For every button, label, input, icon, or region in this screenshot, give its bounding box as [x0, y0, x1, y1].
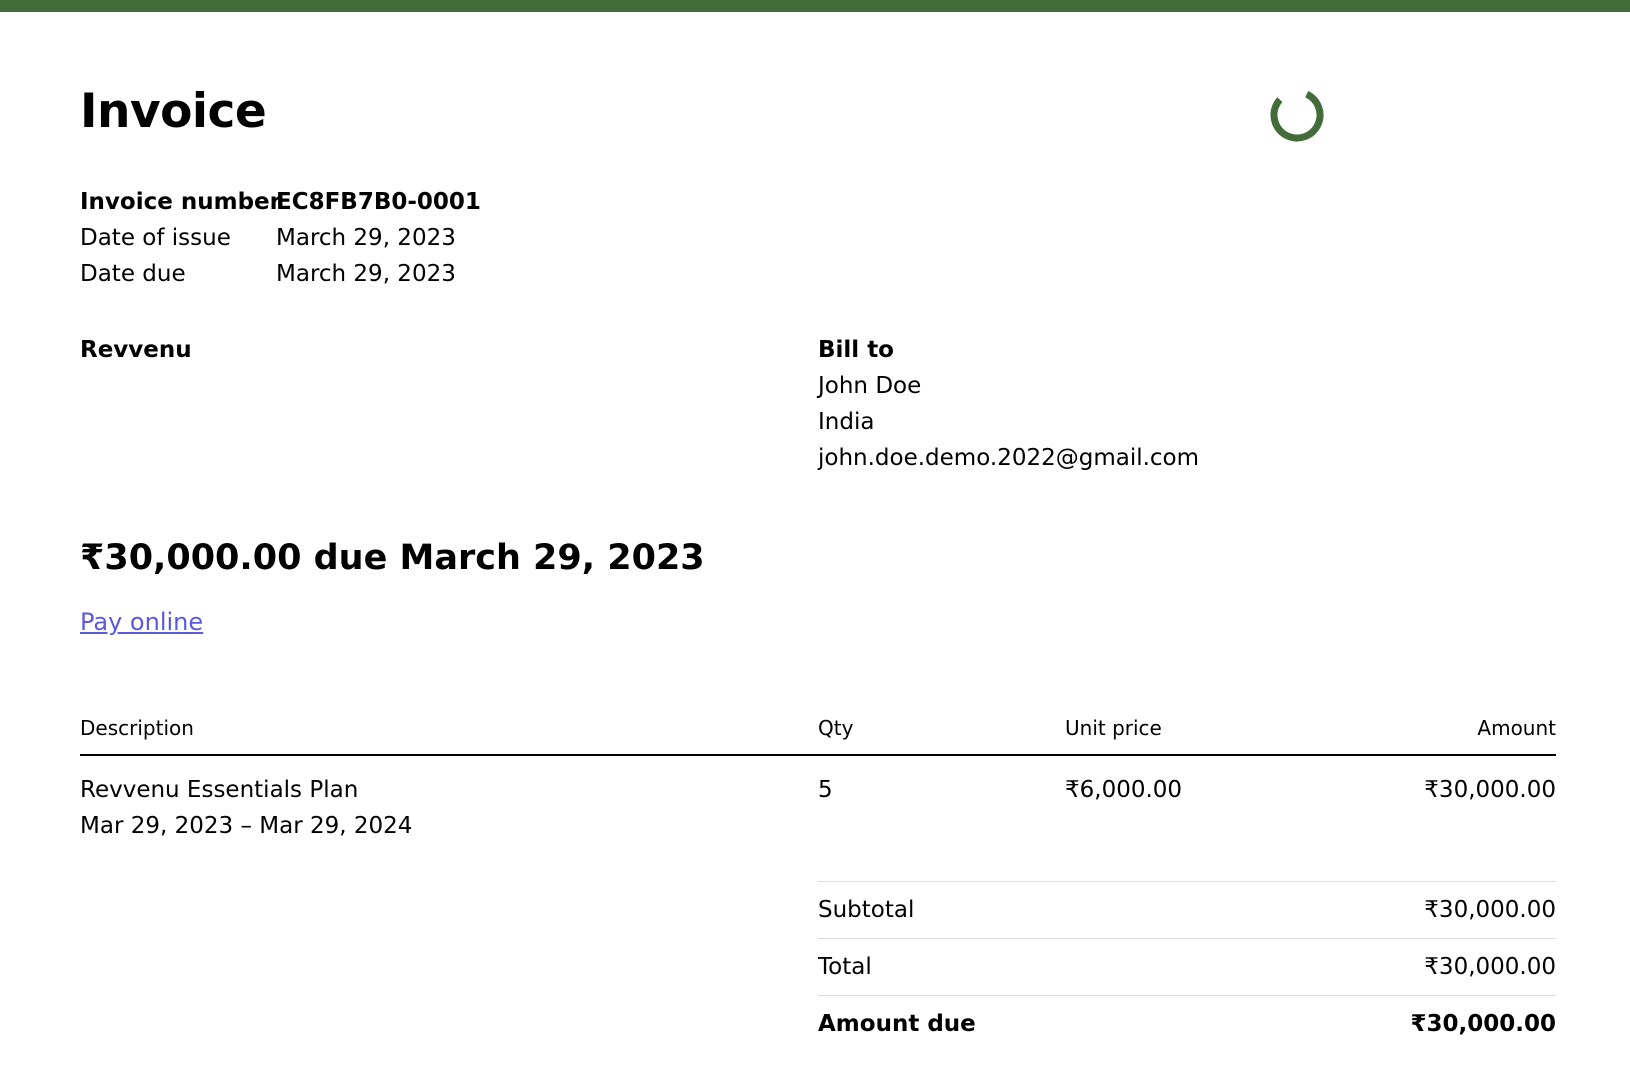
- amount-due-label: Amount due: [818, 1011, 976, 1037]
- total-row: Total ₹30,000.00: [818, 938, 1556, 995]
- invoice-number-label: Invoice number: [80, 189, 281, 215]
- customer-name: John Doe: [818, 373, 922, 399]
- subtotal-value: ₹30,000.00: [1424, 897, 1556, 923]
- amount-due-value: ₹30,000.00: [1410, 1011, 1556, 1037]
- totals-block: Subtotal ₹30,000.00 Total ₹30,000.00 Amo…: [818, 881, 1556, 1052]
- loading-spinner-icon: [1270, 88, 1324, 142]
- amount-due-heading: ₹30,000.00 due March 29, 2023: [80, 538, 705, 578]
- bill-to-block: Bill to John Doe India john.doe.demo.202…: [818, 332, 1199, 476]
- item-unit-price: ₹6,000.00: [1065, 777, 1183, 803]
- date-of-issue-label: Date of issue: [80, 225, 231, 251]
- item-amount: ₹30,000.00: [1424, 777, 1556, 803]
- table-header: Description Qty Unit price Amount: [80, 708, 1556, 756]
- invoice-number-value: EC8FB7B0-0001: [276, 189, 481, 215]
- total-label: Total: [818, 954, 872, 980]
- item-period: Mar 29, 2023 – Mar 29, 2024: [80, 813, 413, 839]
- line-items-table: Description Qty Unit price Amount Revven…: [80, 708, 1556, 856]
- bill-to-heading: Bill to: [818, 337, 894, 363]
- date-due-label: Date due: [80, 261, 186, 287]
- header-description: Description: [80, 716, 194, 740]
- item-description-cell: Revvenu Essentials Plan Mar 29, 2023 – M…: [80, 772, 412, 844]
- total-value: ₹30,000.00: [1424, 954, 1556, 980]
- subtotal-row: Subtotal ₹30,000.00: [818, 881, 1556, 938]
- top-accent-bar: [0, 0, 1630, 12]
- seller-name: Revvenu: [80, 337, 192, 363]
- date-due-row: Date due March 29, 2023: [80, 256, 481, 292]
- invoice-number-row: Invoice numberEC8FB7B0-0001: [80, 184, 481, 220]
- pay-online-link[interactable]: Pay online: [80, 604, 203, 640]
- header-unit-price: Unit price: [1065, 716, 1162, 740]
- item-qty: 5: [818, 777, 833, 803]
- customer-email: john.doe.demo.2022@gmail.com: [818, 445, 1200, 471]
- page-title: Invoice: [80, 84, 267, 139]
- table-row: Revvenu Essentials Plan Mar 29, 2023 – M…: [80, 756, 1556, 856]
- date-of-issue-value: March 29, 2023: [276, 225, 456, 251]
- date-due-value: March 29, 2023: [276, 261, 456, 287]
- amount-due-row: Amount due ₹30,000.00: [818, 995, 1556, 1052]
- header-amount: Amount: [1477, 716, 1556, 740]
- item-description: Revvenu Essentials Plan: [80, 777, 359, 803]
- invoice-meta: Invoice numberEC8FB7B0-0001 Date of issu…: [80, 184, 481, 292]
- subtotal-label: Subtotal: [818, 897, 915, 923]
- date-of-issue-row: Date of issue March 29, 2023: [80, 220, 481, 256]
- customer-country: India: [818, 409, 875, 435]
- header-qty: Qty: [818, 716, 854, 740]
